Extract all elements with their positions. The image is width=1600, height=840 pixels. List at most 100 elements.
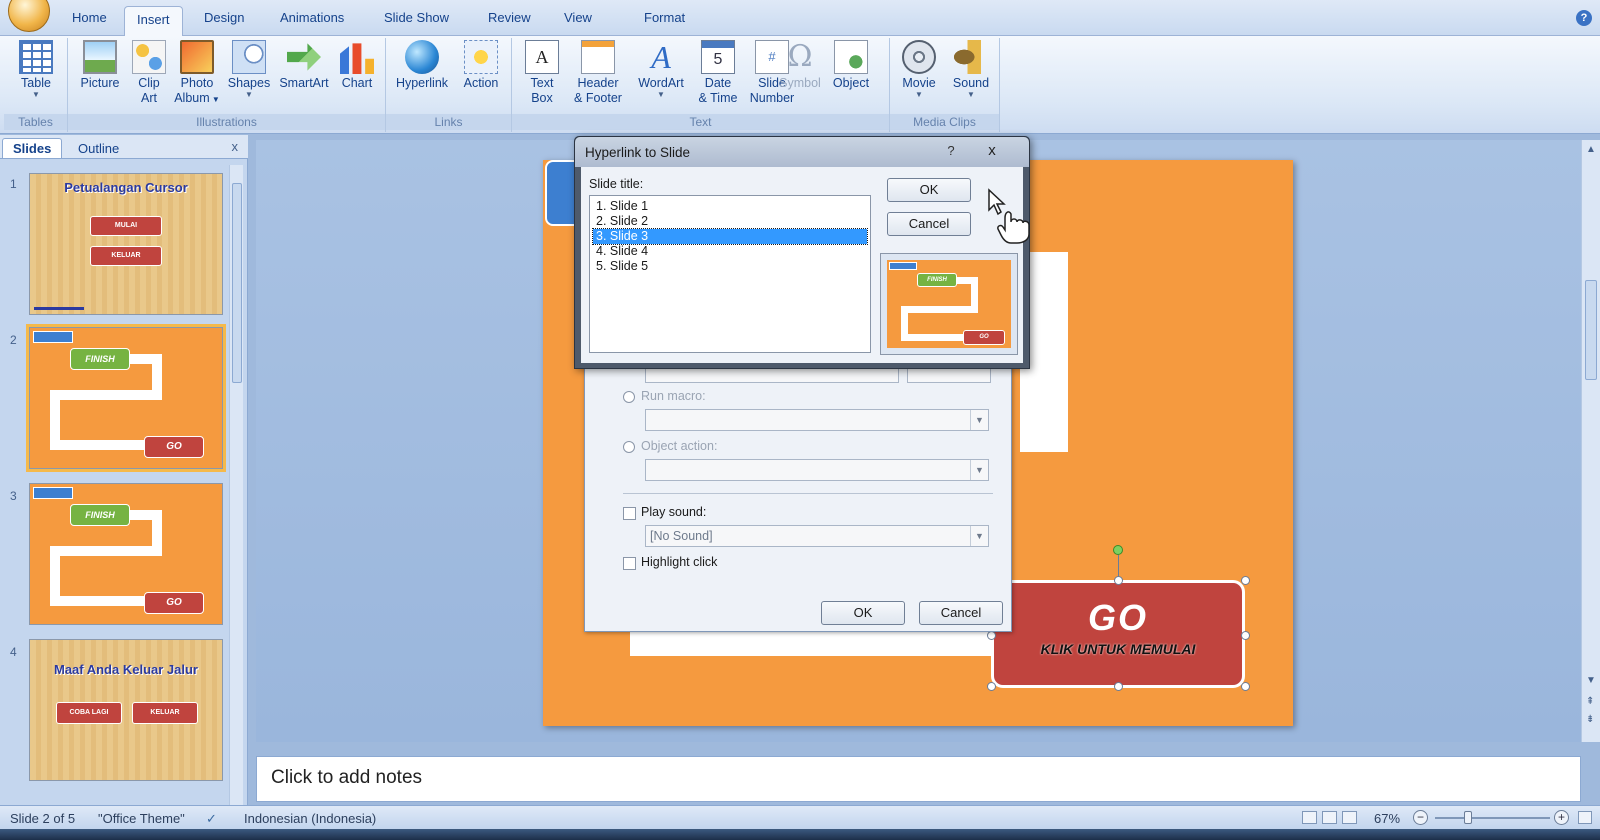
- slideshow-view-icon[interactable]: [1342, 811, 1357, 824]
- picture-button[interactable]: Picture: [74, 40, 126, 91]
- ribbon-tab-bar: Home Insert Design Animations Slide Show…: [0, 0, 1600, 37]
- go-title: GO: [1087, 597, 1148, 638]
- help-icon[interactable]: ?: [1576, 10, 1592, 26]
- action-button[interactable]: Action: [456, 40, 506, 91]
- header-footer-icon: [581, 40, 615, 74]
- date-time-button[interactable]: 5 Date & Time: [694, 40, 742, 106]
- hyperlink-button[interactable]: Hyperlink: [390, 40, 454, 91]
- table-button[interactable]: Table ▼: [14, 40, 58, 99]
- ribbon: Table ▼ Tables Picture Clip Art Photo Al…: [0, 36, 1600, 134]
- action-settings-dialog: Run macro: ▼ Object action: ▼ Play sound…: [584, 360, 1012, 632]
- previous-slide-icon[interactable]: ⇞: [1586, 696, 1594, 707]
- spell-check-icon[interactable]: ✓: [206, 811, 217, 827]
- play-sound-checkbox[interactable]: [623, 507, 636, 520]
- run-macro-radio[interactable]: [623, 391, 635, 403]
- list-item[interactable]: 5. Slide 5: [593, 259, 867, 274]
- tab-slide-show[interactable]: Slide Show: [380, 10, 453, 25]
- notes-pane[interactable]: Click to add notes: [256, 756, 1581, 802]
- action-cancel-button[interactable]: Cancel: [919, 601, 1003, 625]
- close-icon[interactable]: x: [232, 139, 239, 154]
- tab-design[interactable]: Design: [200, 10, 248, 25]
- chevron-down-icon: ▼: [970, 410, 988, 430]
- list-item[interactable]: 1. Slide 1: [593, 199, 867, 214]
- resize-handle[interactable]: [1241, 631, 1250, 640]
- slide-path-segment[interactable]: [630, 630, 1010, 656]
- panel-tabs: Slides Outline x: [0, 135, 248, 159]
- tab-animations[interactable]: Animations: [276, 10, 348, 25]
- slide-number-label: 4: [10, 645, 17, 659]
- list-item[interactable]: 4. Slide 4: [593, 244, 867, 259]
- resize-handle[interactable]: [1114, 576, 1123, 585]
- tab-format[interactable]: Format: [640, 10, 689, 25]
- office-button[interactable]: [8, 0, 50, 32]
- list-item[interactable]: 2. Slide 2: [593, 214, 867, 229]
- group-label-tables: Tables: [4, 114, 67, 130]
- slide-sorter-icon[interactable]: [1322, 811, 1337, 824]
- smartart-button[interactable]: SmartArt: [274, 40, 334, 91]
- normal-view-icon[interactable]: [1302, 811, 1317, 824]
- hyperlink-ok-button[interactable]: OK: [887, 178, 971, 202]
- dialog-titlebar[interactable]: Hyperlink to Slide ? x: [575, 137, 1029, 167]
- photo-album-button[interactable]: Photo Album ▼: [172, 40, 222, 107]
- preview-path: [901, 306, 978, 313]
- header-footer-button[interactable]: Header & Footer: [568, 40, 628, 106]
- next-slide-icon[interactable]: ⇟: [1586, 714, 1594, 725]
- scroll-up-icon[interactable]: ▲: [1586, 144, 1596, 155]
- zoom-in-icon[interactable]: +: [1554, 810, 1569, 825]
- highlight-click-checkbox[interactable]: [623, 557, 636, 570]
- thumbnail-scrollbar[interactable]: [229, 165, 243, 805]
- language-indicator[interactable]: Indonesian (Indonesia): [244, 811, 376, 826]
- shapes-button[interactable]: Shapes ▼: [224, 40, 274, 99]
- go-button-shape[interactable]: GO KLIK UNTUK MEMULAI: [991, 580, 1245, 688]
- group-links: Hyperlink Action Links: [386, 38, 512, 132]
- tab-review[interactable]: Review: [484, 10, 535, 25]
- tab-outline[interactable]: Outline: [68, 139, 129, 158]
- slide-thumbnail-1[interactable]: Petualangan Cursor MULAI KELUAR: [29, 173, 223, 315]
- symbol-button-main[interactable]: Ω Symbol: [774, 40, 826, 91]
- movie-button[interactable]: Movie ▼: [894, 40, 944, 99]
- text-box-button[interactable]: A Text Box: [520, 40, 564, 106]
- sound-select[interactable]: [No Sound] ▼: [645, 525, 989, 547]
- object-button[interactable]: Object: [824, 40, 878, 91]
- close-icon[interactable]: x: [975, 142, 1009, 160]
- clip-art-button[interactable]: Clip Art: [128, 40, 170, 106]
- resize-handle[interactable]: [1114, 682, 1123, 691]
- tab-insert[interactable]: Insert: [124, 6, 183, 37]
- thumbnail-level-badge: [33, 331, 73, 343]
- resize-handle[interactable]: [987, 682, 996, 691]
- tab-slides[interactable]: Slides: [2, 138, 63, 158]
- slide-preview-image: FINISH GO: [887, 260, 1011, 348]
- clip-art-icon: [132, 40, 166, 74]
- zoom-slider-knob[interactable]: [1464, 811, 1472, 824]
- resize-handle[interactable]: [1241, 682, 1250, 691]
- resize-handle[interactable]: [1241, 576, 1250, 585]
- object-action-radio[interactable]: [623, 441, 635, 453]
- zoom-level[interactable]: 67%: [1374, 811, 1400, 826]
- canvas-scrollbar[interactable]: ▲ ▼ ⇞ ⇟: [1581, 140, 1600, 742]
- chart-button[interactable]: Chart: [334, 40, 380, 91]
- zoom-slider[interactable]: [1435, 817, 1550, 819]
- rotation-handle[interactable]: [1113, 545, 1123, 555]
- scroll-down-icon[interactable]: ▼: [1586, 675, 1596, 686]
- help-icon[interactable]: ?: [937, 142, 965, 160]
- run-macro-select[interactable]: ▼: [645, 409, 989, 431]
- resize-handle[interactable]: [987, 631, 996, 640]
- thumbnail-path: [50, 546, 162, 556]
- chevron-down-icon: ▼: [32, 90, 40, 99]
- list-item-selected[interactable]: 3. Slide 3: [592, 228, 868, 245]
- scrollbar-thumb[interactable]: [232, 183, 242, 383]
- tab-home[interactable]: Home: [68, 10, 111, 25]
- action-ok-button[interactable]: OK: [821, 601, 905, 625]
- sound-button[interactable]: Sound ▼: [946, 40, 996, 99]
- hyperlink-cancel-button[interactable]: Cancel: [887, 212, 971, 236]
- tab-view[interactable]: View: [560, 10, 596, 25]
- object-action-select[interactable]: ▼: [645, 459, 989, 481]
- scrollbar-thumb[interactable]: [1585, 280, 1597, 380]
- slide-thumbnail-4[interactable]: Maaf Anda Keluar Jalur COBA LAGI KELUAR: [29, 639, 223, 781]
- slide-title-list[interactable]: 1. Slide 1 2. Slide 2 3. Slide 3 4. Slid…: [589, 195, 871, 353]
- slide-thumbnail-2[interactable]: FINISH GO: [26, 324, 226, 472]
- fit-to-window-icon[interactable]: [1578, 811, 1592, 824]
- zoom-out-icon[interactable]: −: [1413, 810, 1428, 825]
- wordart-button[interactable]: A WordArt ▼: [630, 40, 692, 99]
- slide-thumbnail-3[interactable]: FINISH GO: [29, 483, 223, 625]
